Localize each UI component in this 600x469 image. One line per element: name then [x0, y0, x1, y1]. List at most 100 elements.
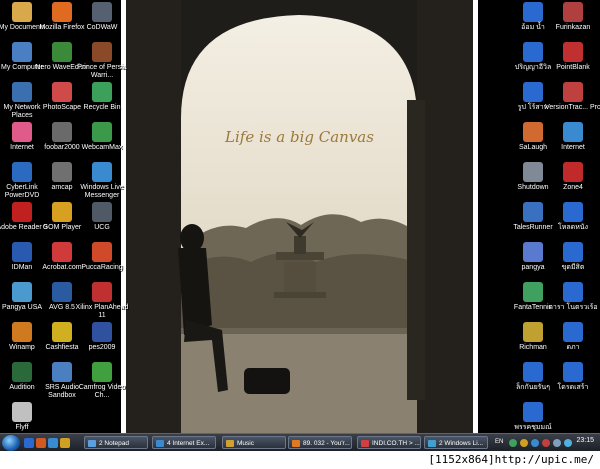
- desktop-icon[interactable]: โดรดเสร้า: [545, 362, 600, 392]
- shutdown-icon: [523, 162, 543, 182]
- desktop-icon-label: pes2009: [88, 344, 116, 351]
- desktop-icon-label: Prince of Persia Warri...: [77, 64, 127, 79]
- desktop-icon[interactable]: PuccaRacing: [74, 242, 130, 272]
- desktop-icon-label: โดรดเสร้า: [557, 384, 589, 391]
- cash-icon: [52, 322, 72, 342]
- wallpaper-image: [126, 0, 473, 433]
- pangya-icon: [523, 242, 543, 262]
- network-icon: [12, 82, 32, 102]
- download-icon: [12, 242, 32, 262]
- desktop-icon-label: PuccaRacing: [81, 264, 123, 271]
- desktop-icon-label: Xilinx PlanAhead 11: [75, 304, 129, 319]
- tennis-icon: [523, 282, 543, 302]
- media-player-icon[interactable]: [60, 438, 70, 448]
- app-icon: [88, 440, 96, 447]
- folder-icon: [523, 2, 543, 22]
- desktop-icon[interactable]: Zone4: [545, 162, 600, 192]
- audition-icon: [12, 362, 32, 382]
- photoscape-icon: [52, 82, 72, 102]
- desktop-icon[interactable]: ขุดมีสิต: [545, 242, 600, 272]
- desktop-icon[interactable]: Flyff: [0, 402, 50, 432]
- desktop-icon-label: พรรคชุมมณ์: [514, 424, 552, 431]
- pdf-icon: [12, 202, 32, 222]
- desktop-icon[interactable]: ดภา: [545, 322, 600, 352]
- desktop-icon[interactable]: Prince of Persia Warri...: [74, 42, 130, 80]
- flyff-icon: [12, 402, 32, 422]
- desktop-icon[interactable]: Recycle Bin: [74, 82, 130, 112]
- show-desktop-icon[interactable]: [24, 438, 34, 448]
- taskbar-button-label: INDI.CO.TH > ...: [372, 440, 420, 447]
- richman-icon: [523, 322, 543, 342]
- app-icon: [428, 440, 436, 447]
- ucg-icon: [92, 202, 112, 222]
- language-indicator[interactable]: EN: [495, 439, 503, 445]
- image-caption: [1152x864]http://upic.me/: [0, 451, 600, 469]
- acrobat-icon: [52, 242, 72, 262]
- taskbar-button-label: Music: [237, 440, 254, 447]
- taskbar-button[interactable]: INDI.CO.TH > ...: [357, 436, 421, 449]
- desktop-icon-label: Camfrog Video Ch...: [78, 384, 126, 399]
- antivirus-tray-icon[interactable]: [542, 439, 550, 447]
- internet-explorer-icon[interactable]: [48, 438, 58, 448]
- folder-icon: [563, 282, 583, 302]
- taskbar-button[interactable]: 89. 032 - You'r...: [288, 436, 352, 449]
- desktop-icon-label: UCG: [94, 224, 110, 231]
- desktop-icon[interactable]: พรรคชุมมณ์: [505, 402, 561, 432]
- game-icon: [563, 2, 583, 22]
- desktop-icon[interactable]: CoDWaW: [74, 2, 130, 32]
- taskbar-button-label: 89. 032 - You'r...: [303, 440, 350, 447]
- gom-player-icon: [52, 202, 72, 222]
- internet-explorer-icon: [563, 122, 583, 142]
- folder-icon: [523, 82, 543, 102]
- desktop-icon-label: Internet: [561, 144, 585, 151]
- start-button[interactable]: [2, 435, 20, 451]
- salaugh-icon: [523, 122, 543, 142]
- taskbar-button[interactable]: Music: [222, 436, 286, 449]
- desktop-icon[interactable]: UCG: [74, 202, 130, 232]
- firefox-icon[interactable]: [36, 438, 46, 448]
- desktop-icon-label: โหลดหนัง: [557, 224, 589, 231]
- desktop-icon[interactable]: PointBlank: [545, 42, 600, 72]
- clock[interactable]: 23:15: [576, 437, 594, 444]
- desktop-icon[interactable]: VersionTrac... Pro: [545, 82, 600, 112]
- file-icon: [523, 402, 543, 422]
- xilinx-icon: [92, 282, 112, 302]
- desktop-icon[interactable]: โหลดหนัง: [545, 202, 600, 232]
- taskbar-button-label: 2 Notepad: [99, 440, 129, 447]
- desktop-icon-label: ดภา: [566, 344, 580, 351]
- desktop-icon[interactable]: WebcamMax: [74, 122, 130, 152]
- taskbar-button[interactable]: 2 Windows Li...: [424, 436, 488, 449]
- desktop-icon[interactable]: Camfrog Video Ch...: [74, 362, 130, 400]
- messenger-tray-icon[interactable]: [531, 439, 539, 447]
- folder-icon: [523, 362, 543, 382]
- desktop-icon[interactable]: Xilinx PlanAhead 11: [74, 282, 130, 320]
- taskbar-button[interactable]: 4 Internet Ex...: [152, 436, 216, 449]
- desktop-icon[interactable]: Furinkazan: [545, 2, 600, 32]
- taskbar-button-label: 4 Internet Ex...: [167, 440, 210, 447]
- taskbar-button[interactable]: 2 Notepad: [84, 436, 148, 449]
- desktop-icon-label: ขุดมีสิต: [561, 264, 585, 271]
- taskbar-button-label: 2 Windows Li...: [439, 440, 484, 447]
- desktop-icon[interactable]: pes2009: [74, 322, 130, 352]
- folder-icon: [12, 2, 32, 22]
- bluetooth-tray-icon[interactable]: [564, 439, 572, 447]
- game-icon: [563, 42, 583, 62]
- folder-icon: [523, 42, 543, 62]
- foobar-icon: [52, 122, 72, 142]
- version-icon: [563, 82, 583, 102]
- desktop-icon-label: Windows Live Messenger: [80, 184, 124, 199]
- nero-icon: [52, 42, 72, 62]
- desktop-icon[interactable]: ดารา โนตรวเร้อ: [545, 282, 600, 312]
- update-tray-icon[interactable]: [553, 439, 561, 447]
- antivirus-icon: [52, 282, 72, 302]
- game-icon: [92, 42, 112, 62]
- app-icon: [156, 440, 164, 447]
- desktop-icon[interactable]: Internet: [545, 122, 600, 152]
- webcam-icon: [92, 122, 112, 142]
- desktop-icon[interactable]: Windows Live Messenger: [74, 162, 130, 200]
- volume-tray-icon[interactable]: [520, 439, 528, 447]
- network-tray-icon[interactable]: [509, 439, 517, 447]
- desktop-icon-label: Zone4: [563, 184, 583, 191]
- game-icon: [92, 2, 112, 22]
- zone4-icon: [563, 162, 583, 182]
